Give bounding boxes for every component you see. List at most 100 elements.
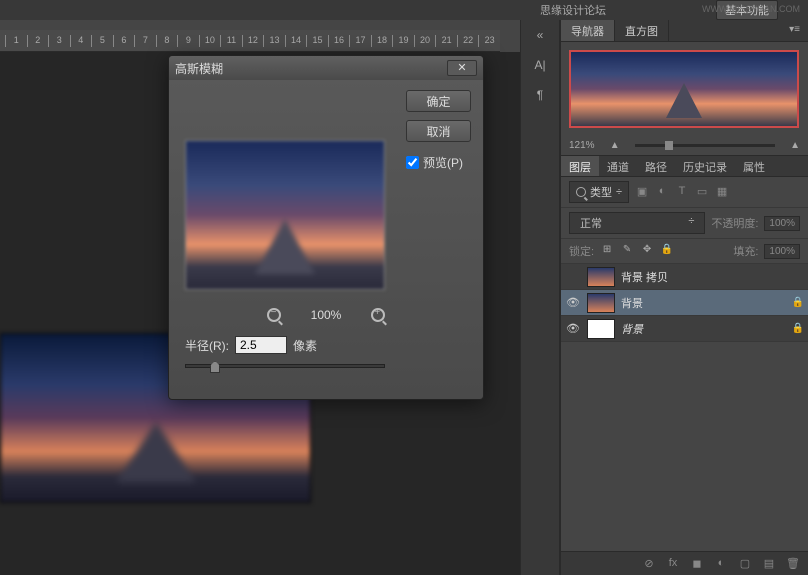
layer-mask-icon[interactable]: ◼ — [690, 557, 704, 571]
character-panel-icon[interactable]: A| — [521, 50, 559, 80]
zoom-out-icon[interactable] — [267, 308, 281, 322]
radius-unit: 像素 — [293, 337, 317, 354]
navigator-zoom-value: 121% — [569, 140, 595, 151]
layer-row[interactable]: 背景 拷贝 — [561, 264, 808, 290]
layer-thumbnail[interactable] — [587, 267, 615, 287]
app-topbar: 思缘设计论坛 基本功能 — [0, 0, 808, 20]
dialog-body: 确定 取消 预览(P) 100% 半径(R): 像素 — [169, 80, 483, 378]
visibility-toggle-icon[interactable]: 👁 — [565, 296, 581, 309]
ruler-mark: 3 — [48, 35, 70, 47]
dialog-titlebar[interactable]: 高斯模糊 ✕ — [169, 56, 483, 80]
layer-name[interactable]: 背景 — [621, 295, 786, 311]
tab-histogram[interactable]: 直方图 — [615, 20, 669, 41]
fill-label: 填充: — [733, 243, 758, 259]
layer-row[interactable]: 👁 背景 🔒 — [561, 290, 808, 316]
filter-type-dropdown[interactable]: 类型 ÷ — [569, 181, 629, 203]
adjustment-layer-icon[interactable]: ◐ — [714, 557, 728, 571]
layers-tabs: 图层 通道 路径 历史记录 属性 — [561, 155, 808, 177]
visibility-toggle-icon[interactable]: 👁 — [565, 322, 581, 335]
dialog-title: 高斯模糊 — [175, 60, 223, 77]
navigator-tabs: 导航器 直方图 ▾≡ — [561, 20, 808, 42]
nav-zoom-in-icon[interactable]: ▲ — [790, 140, 800, 151]
ruler-mark: 22 — [457, 35, 479, 47]
ruler-mark: 8 — [156, 35, 178, 47]
blend-mode-dropdown[interactable]: 正常÷ — [569, 212, 705, 234]
ruler-mark: 4 — [70, 35, 92, 47]
ruler-mark: 16 — [328, 35, 350, 47]
ribbon-collapse-icon[interactable]: « — [521, 20, 559, 50]
nav-zoom-slider[interactable] — [635, 144, 775, 147]
watermark-text: 思缘设计论坛 — [540, 2, 606, 18]
layer-name[interactable]: 背景 拷贝 — [621, 269, 804, 285]
tab-paths[interactable]: 路径 — [637, 156, 675, 176]
delete-layer-icon[interactable]: 🗑 — [786, 557, 800, 571]
lock-pixels-icon[interactable]: ✎ — [620, 244, 634, 258]
dialog-preview-image[interactable] — [185, 140, 385, 290]
tab-layers[interactable]: 图层 — [561, 156, 599, 176]
filter-adjustment-icon[interactable]: ◐ — [655, 185, 669, 199]
lock-icon: 🔒 — [792, 297, 804, 308]
ruler-mark: 5 — [91, 35, 113, 47]
lock-transparency-icon[interactable]: ⊞ — [600, 244, 614, 258]
layer-style-icon[interactable]: fx — [666, 557, 680, 571]
layer-thumbnail[interactable] — [587, 293, 615, 313]
paragraph-panel-icon[interactable]: ¶ — [521, 80, 559, 110]
zoom-controls: 100% — [179, 308, 473, 322]
filter-shape-icon[interactable]: ▭ — [695, 185, 709, 199]
ruler-mark: 23 — [478, 35, 500, 47]
navigator-preview[interactable] — [569, 50, 799, 128]
ruler-mark: 18 — [371, 35, 393, 47]
tab-channels[interactable]: 通道 — [599, 156, 637, 176]
opacity-value[interactable]: 100% — [764, 216, 800, 231]
horizontal-ruler: 1234567891011121314151617181920212223 — [0, 30, 500, 52]
radius-slider[interactable] — [185, 364, 385, 368]
filter-pixel-icon[interactable]: ▣ — [635, 185, 649, 199]
blend-mode-row: 正常÷ 不透明度: 100% — [561, 208, 808, 239]
cancel-button[interactable]: 取消 — [406, 120, 471, 142]
nav-zoom-out-icon[interactable]: ▲ — [610, 140, 620, 151]
search-icon — [576, 187, 586, 197]
ruler-mark: 15 — [306, 35, 328, 47]
ruler-mark: 13 — [263, 35, 285, 47]
right-panel: 导航器 直方图 ▾≡ 121% ▲ ▲ 图层 通道 路径 历史记录 属性 类型 … — [560, 20, 808, 575]
lock-position-icon[interactable]: ✥ — [640, 244, 654, 258]
ruler-mark: 11 — [220, 35, 242, 47]
preview-checkbox-label[interactable]: 预览(P) — [406, 154, 471, 171]
filter-smart-icon[interactable]: ▦ — [715, 185, 729, 199]
panel-menu-icon[interactable]: ▾≡ — [781, 20, 808, 41]
group-icon[interactable]: ▢ — [738, 557, 752, 571]
tab-properties[interactable]: 属性 — [735, 156, 773, 176]
radius-label: 半径(R): — [185, 337, 229, 354]
ruler-mark: 7 — [134, 35, 156, 47]
new-layer-icon[interactable]: ▤ — [762, 557, 776, 571]
preview-checkbox[interactable] — [406, 156, 419, 169]
ruler-mark: 9 — [177, 35, 199, 47]
ok-button[interactable]: 确定 — [406, 90, 471, 112]
zoom-in-icon[interactable] — [371, 308, 385, 322]
filter-type-icon[interactable]: T — [675, 185, 689, 199]
zoom-percentage: 100% — [311, 308, 342, 322]
ruler-mark: 20 — [414, 35, 436, 47]
watermark-url: WWW.MISSYUAN.COM — [702, 4, 800, 14]
layer-thumbnail[interactable] — [587, 319, 615, 339]
gaussian-blur-dialog: 高斯模糊 ✕ 确定 取消 预览(P) 100% 半径(R): 像素 — [168, 55, 484, 400]
layer-name[interactable]: 背景 — [621, 321, 786, 337]
navigator-zoom-row: 121% ▲ ▲ — [561, 136, 808, 155]
radius-slider-thumb[interactable] — [210, 361, 220, 373]
lock-all-icon[interactable]: 🔒 — [660, 244, 674, 258]
close-icon[interactable]: ✕ — [447, 60, 477, 76]
radius-input[interactable] — [235, 336, 287, 354]
ruler-mark: 17 — [349, 35, 371, 47]
fill-value[interactable]: 100% — [764, 244, 800, 259]
ruler-mark: 19 — [392, 35, 414, 47]
ruler-mark: 12 — [242, 35, 264, 47]
tab-navigator[interactable]: 导航器 — [561, 20, 615, 41]
lock-label: 锁定: — [569, 243, 594, 259]
radius-row: 半径(R): 像素 — [185, 336, 473, 354]
layer-row[interactable]: 👁 背景 🔒 — [561, 316, 808, 342]
link-layers-icon[interactable]: ⊘ — [642, 557, 656, 571]
lock-icon: 🔒 — [792, 323, 804, 334]
ruler-mark: 14 — [285, 35, 307, 47]
tab-history[interactable]: 历史记录 — [675, 156, 735, 176]
ruler-mark: 6 — [113, 35, 135, 47]
